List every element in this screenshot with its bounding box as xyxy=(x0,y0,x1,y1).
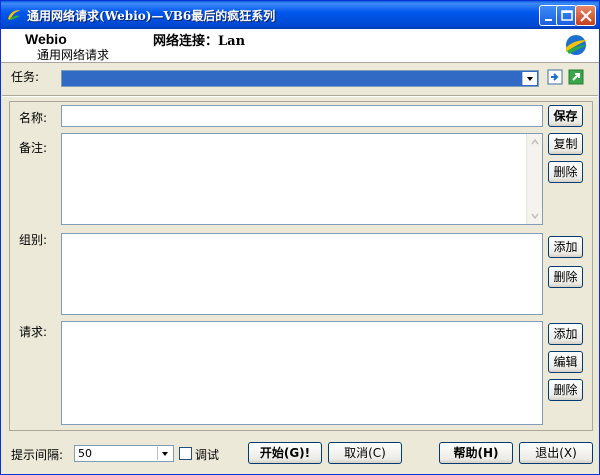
interval-value: 50 xyxy=(78,447,92,460)
scroll-up-icon[interactable] xyxy=(529,136,541,148)
request-edit-button[interactable]: 编辑 xyxy=(548,351,583,373)
request-delete-button[interactable]: 删除 xyxy=(548,379,583,401)
start-button[interactable]: 开始(G)! xyxy=(248,442,322,464)
chevron-down-icon[interactable] xyxy=(157,447,172,460)
app-swirl-icon xyxy=(8,10,20,20)
name-field[interactable] xyxy=(61,105,543,127)
maximize-button[interactable] xyxy=(556,5,577,26)
request-list[interactable] xyxy=(61,321,543,425)
note-textarea[interactable] xyxy=(61,133,543,225)
request-label: 请求: xyxy=(19,325,48,339)
note-scrollbar[interactable] xyxy=(526,134,542,224)
chevron-down-icon[interactable] xyxy=(522,72,537,85)
debug-checkbox[interactable] xyxy=(179,447,192,460)
cancel-button[interactable]: 取消(C) xyxy=(328,442,402,464)
task-dropdown[interactable] xyxy=(61,70,539,87)
interval-select[interactable]: 50 xyxy=(74,445,174,462)
group-list[interactable] xyxy=(61,233,543,315)
debug-label: 调试 xyxy=(195,448,220,462)
group-delete-button[interactable]: 删除 xyxy=(548,266,583,288)
group-label: 组别: xyxy=(19,233,48,247)
task-label: 任务: xyxy=(11,70,40,84)
group-add-button[interactable]: 添加 xyxy=(548,236,583,258)
save-button[interactable]: 保存 xyxy=(548,105,583,127)
brand-name: Webio xyxy=(25,31,67,47)
close-button[interactable] xyxy=(575,5,596,26)
scroll-down-icon[interactable] xyxy=(529,210,541,222)
close-icon xyxy=(580,10,592,22)
main-window: 通用网络请求(Webio)—VB6最后的疯狂系列 Webio 通用网络请求 网络… xyxy=(0,0,600,475)
brand-subtitle: 通用网络请求 xyxy=(37,48,110,62)
window-title: 通用网络请求(Webio)—VB6最后的疯狂系列 xyxy=(27,9,276,23)
request-add-button[interactable]: 添加 xyxy=(548,323,583,345)
help-button[interactable]: 帮助(H) xyxy=(439,442,513,464)
title-bar[interactable]: 通用网络请求(Webio)—VB6最后的疯狂系列 xyxy=(1,1,599,29)
delete-note-button[interactable]: 删除 xyxy=(548,161,583,183)
exit-button[interactable]: 退出(X) xyxy=(519,442,593,464)
globe-logo-icon xyxy=(566,35,587,55)
note-label: 备注: xyxy=(19,141,48,155)
connection-status: 网络连接：Lan xyxy=(153,34,246,49)
refresh-icon[interactable] xyxy=(568,69,584,85)
interval-label: 提示间隔: xyxy=(11,448,64,462)
header-band: Webio 通用网络请求 网络连接：Lan xyxy=(1,29,599,63)
import-icon[interactable] xyxy=(547,69,563,85)
divider xyxy=(2,95,598,97)
name-label: 名称: xyxy=(19,111,48,125)
copy-button[interactable]: 复制 xyxy=(548,133,583,155)
